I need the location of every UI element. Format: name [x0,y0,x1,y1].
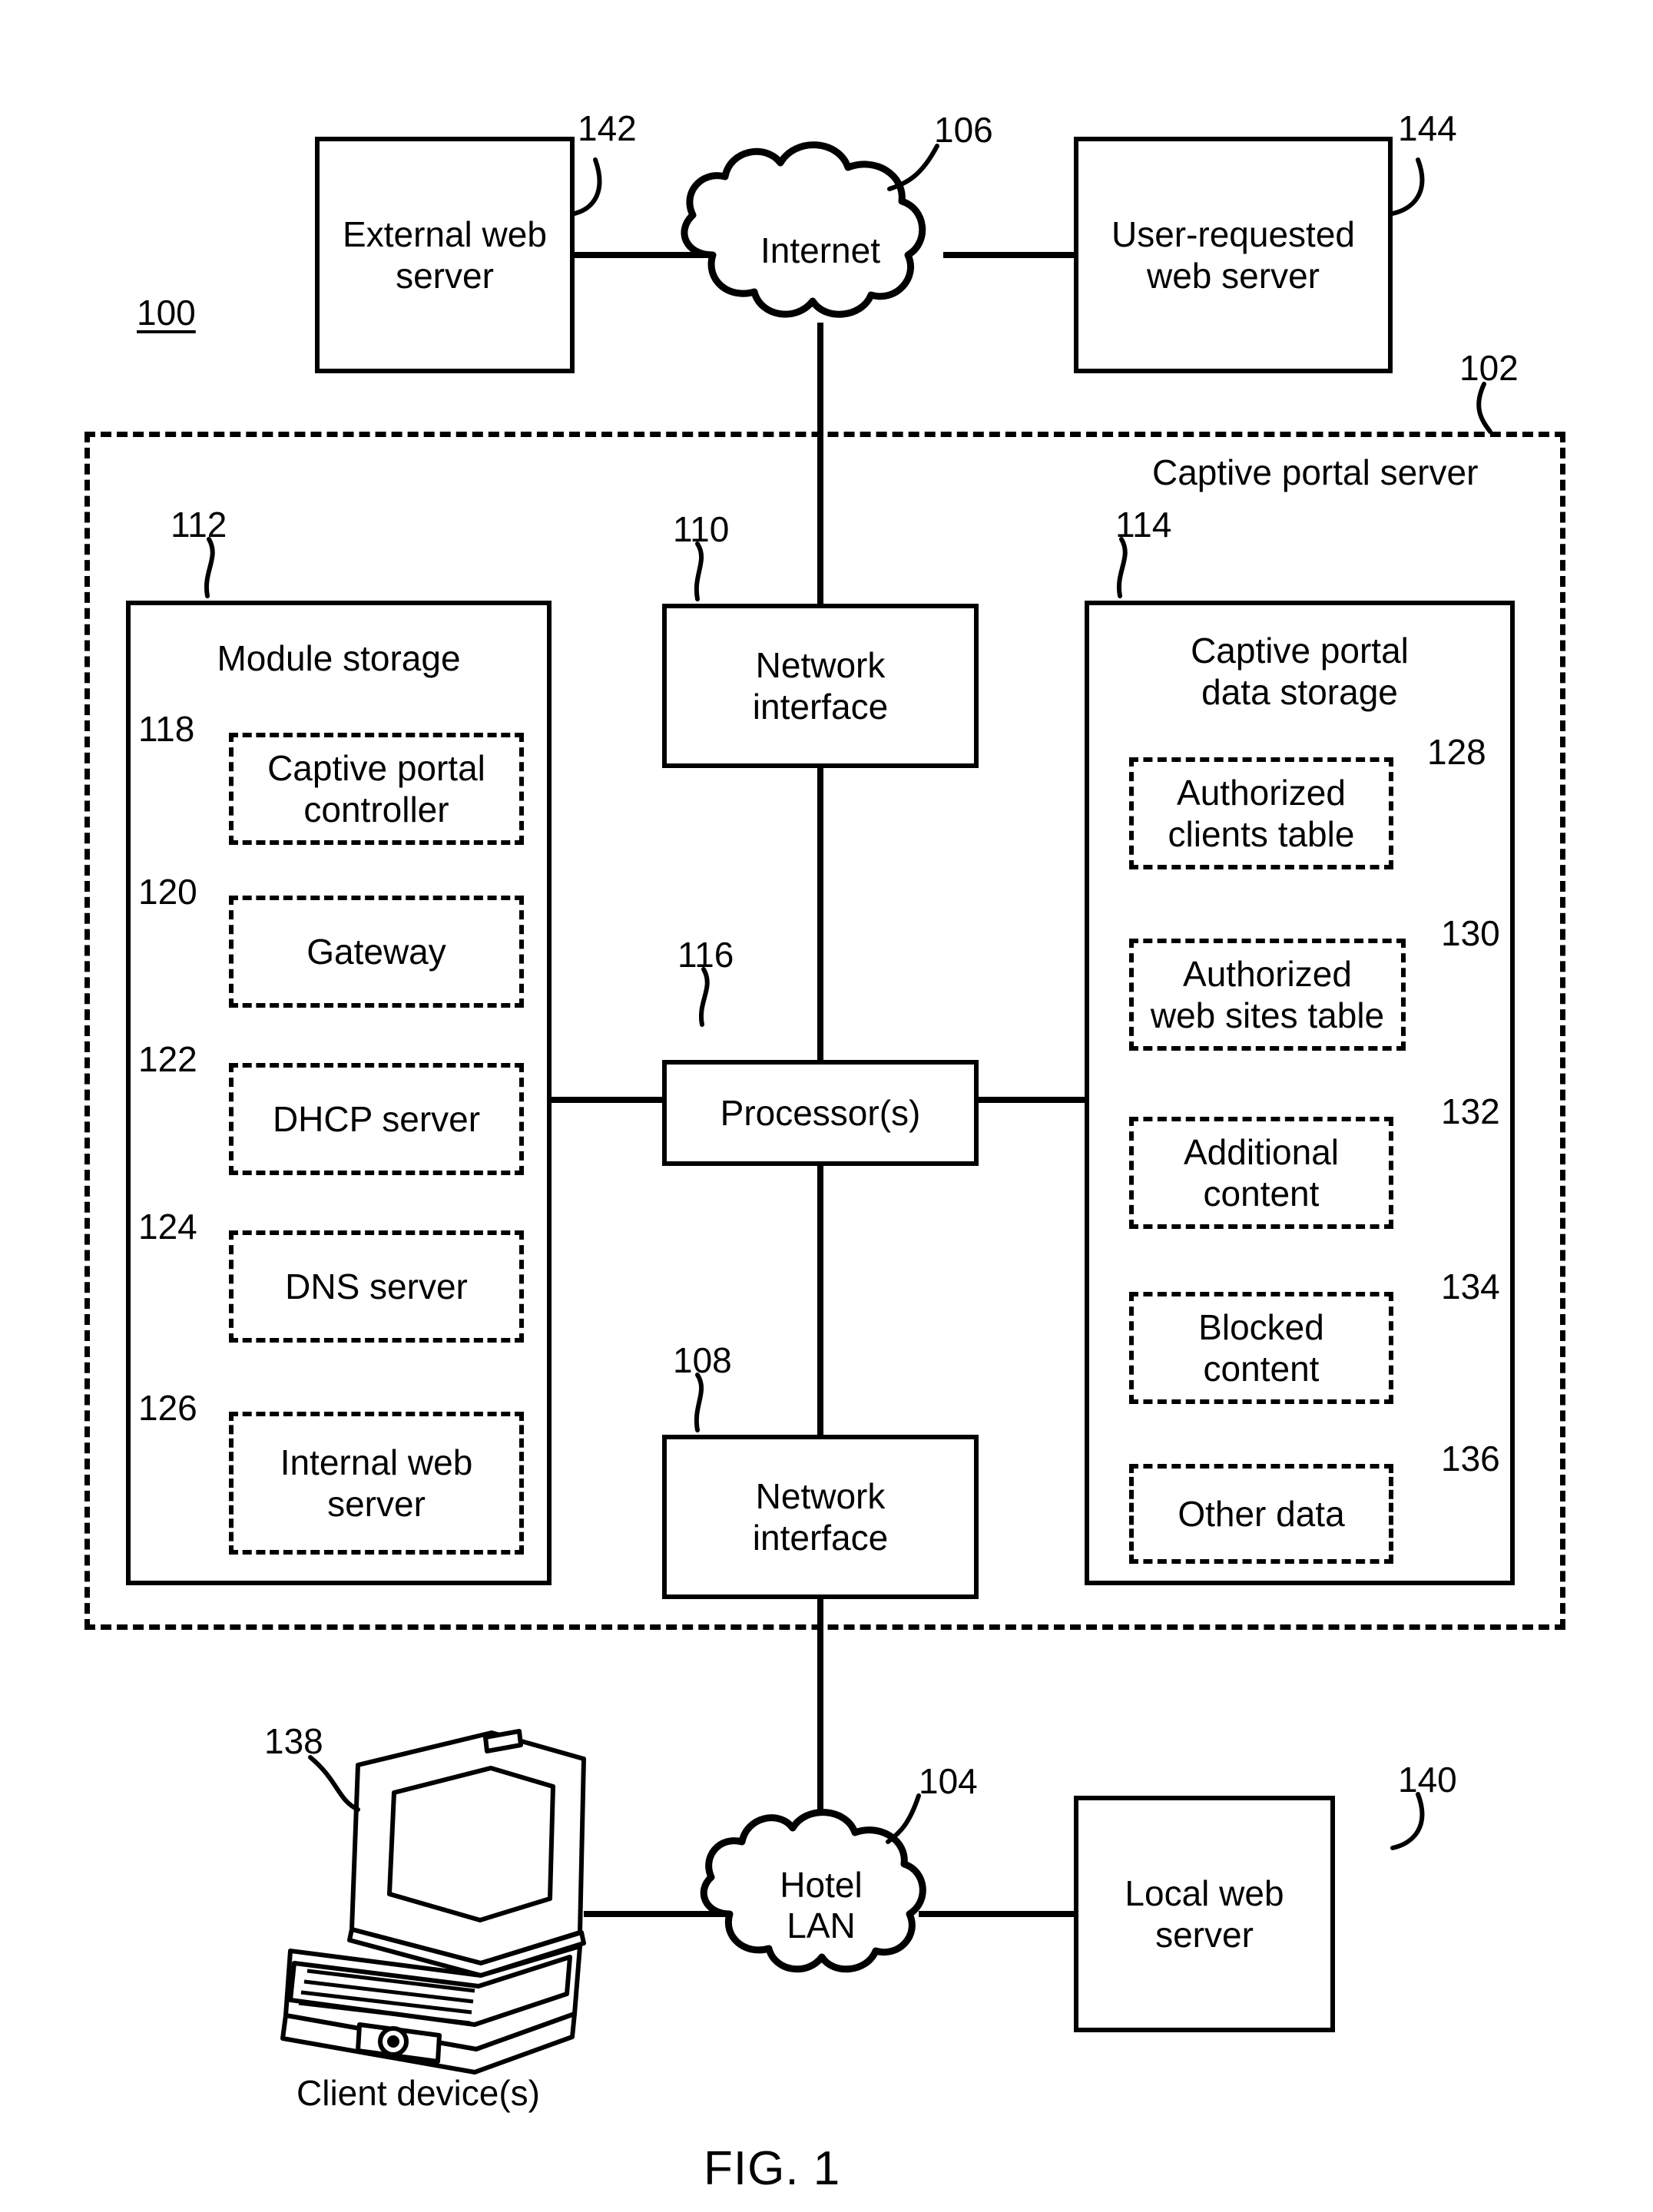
node-user-requested-web-server[interactable]: User-requested web server [1074,137,1393,373]
ref-110: 110 [673,509,730,549]
figure-caption: FIG. 1 [704,2142,841,2195]
ref-126: 126 [138,1388,197,1428]
ref-138: 138 [264,1721,323,1761]
internet-cloud-label: Internet [760,230,880,270]
data-item-blocked-content[interactable]: Blocked content [1129,1292,1393,1404]
module-item-dns-server[interactable]: DNS server [229,1230,524,1343]
ref-144: 144 [1398,108,1457,148]
ref-108: 108 [673,1340,732,1380]
data-item-label: Additional content [1183,1131,1340,1214]
ref-112: 112 [171,505,227,545]
data-item-other-data[interactable]: Other data [1129,1464,1393,1564]
network-interface-top-label: Network interface [752,644,889,727]
node-network-interface-bottom[interactable]: Network interface [662,1435,979,1599]
ref-114: 114 [1115,505,1172,545]
module-item-gateway[interactable]: Gateway [229,896,524,1008]
module-item-label: Gateway [306,931,446,972]
module-storage-title: Module storage [217,638,461,678]
local-web-server-label: Local web server [1125,1873,1284,1955]
processor-label: Processor(s) [720,1092,921,1133]
module-item-dhcp-server[interactable]: DHCP server [229,1063,524,1175]
data-item-label: Authorized clients table [1168,772,1355,854]
module-item-captive-portal-controller[interactable]: Captive portal controller [229,733,524,845]
external-web-server-label: External web server [343,214,547,296]
client-device-caption: Client device(s) [296,2073,540,2113]
ref-142: 142 [578,108,637,148]
internet-cloud-shape [681,141,926,318]
ref-104: 104 [919,1761,978,1801]
data-storage-title: Captive portal data storage [1191,631,1409,713]
ref-122: 122 [138,1039,197,1079]
ref-116: 116 [677,935,734,975]
network-interface-bottom-label: Network interface [752,1475,889,1558]
data-item-label: Blocked content [1198,1306,1324,1389]
data-item-authorized-clients-table[interactable]: Authorized clients table [1129,757,1393,869]
ref-124: 124 [138,1207,197,1247]
ref-100: 100 [137,293,196,333]
ref-128: 128 [1427,732,1486,772]
ref-130: 130 [1441,913,1500,953]
ref-120: 120 [138,872,197,912]
captive-portal-server-label: Captive portal server [1152,452,1479,492]
laptop-icon [280,1729,586,2075]
ref-134: 134 [1441,1267,1500,1306]
data-item-label: Authorized web sites table [1150,953,1385,1035]
ref-102: 102 [1459,348,1519,388]
data-item-additional-content[interactable]: Additional content [1129,1117,1393,1229]
module-item-label: Captive portal controller [267,747,485,830]
ref-132: 132 [1441,1091,1500,1131]
ref-118: 118 [138,709,195,749]
data-item-label: Other data [1178,1493,1345,1534]
ref-136: 136 [1441,1439,1500,1479]
node-local-web-server[interactable]: Local web server [1074,1796,1335,2032]
figure-canvas: External web server 142 Internet 106 Use… [0,0,1653,2212]
ref-140: 140 [1398,1760,1457,1800]
module-item-label: DNS server [285,1266,468,1306]
module-item-label: DHCP server [272,1098,481,1139]
module-item-internal-web-server[interactable]: Internal web server [229,1412,524,1555]
ref-106: 106 [934,110,993,150]
module-item-label: Internal web server [280,1442,473,1524]
node-network-interface-top[interactable]: Network interface [662,604,979,768]
node-processor[interactable]: Processor(s) [662,1060,979,1166]
data-item-authorized-web-sites-table[interactable]: Authorized web sites table [1129,939,1406,1051]
node-external-web-server[interactable]: External web server [315,137,575,373]
user-requested-web-server-label: User-requested web server [1111,214,1356,296]
hotel-lan-cloud-label: Hotel LAN [780,1865,863,1945]
